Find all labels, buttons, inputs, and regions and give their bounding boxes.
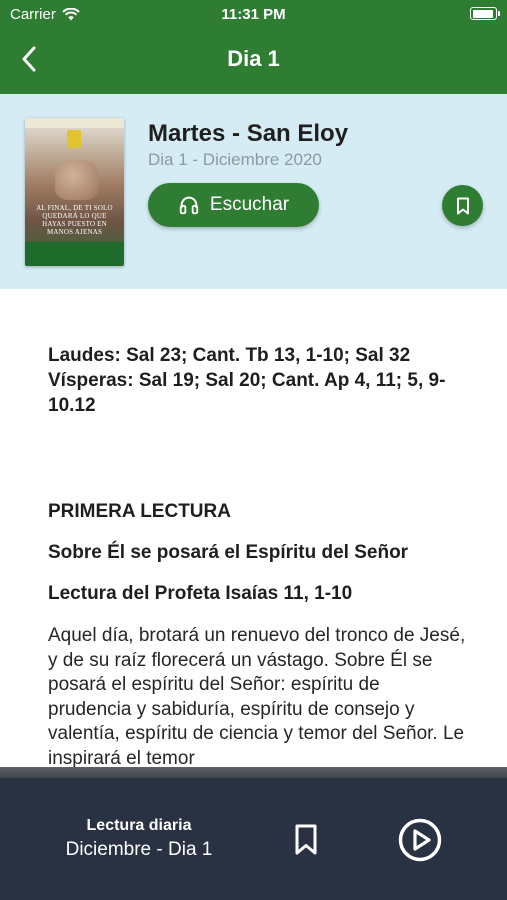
book-cover-image: AL FINAL, DE TI SOLO QUEDARÁ LO QUE HAYA… — [25, 118, 124, 266]
bookmark-icon — [456, 197, 469, 214]
reading-heading: Sobre Él se posará el Espíritu del Señor — [48, 542, 409, 563]
cover-text: AL FINAL, DE TI SOLO QUEDARÁ LO QUE HAYA… — [36, 204, 113, 236]
day-header: AL FINAL, DE TI SOLO QUEDARÁ LO QUE HAYA… — [0, 94, 507, 289]
page-title: Dia 1 — [227, 46, 280, 71]
visperas-line: Vísperas: Sal 19; Sal 20; Cant. Ap 4, 11… — [48, 370, 446, 416]
top-bar: Carrier 11:31 PM Dia 1 — [0, 0, 507, 94]
play-button[interactable] — [398, 818, 442, 862]
status-time: 11:31 PM — [221, 6, 286, 23]
headphones-icon — [179, 196, 199, 215]
play-circle-icon — [398, 818, 442, 862]
player-bookmark-button[interactable] — [290, 822, 322, 858]
status-bar: Carrier 11:31 PM — [0, 0, 507, 28]
laudes-line: Laudes: Sal 23; Cant. Tb 13, 1-10; Sal 3… — [48, 345, 411, 366]
reading-section-title: PRIMERA LECTURA — [48, 501, 231, 522]
player-title: Lectura diaria — [86, 817, 192, 834]
day-subtitle: Dia 1 - Diciembre 2020 — [148, 150, 322, 169]
listen-button[interactable]: Escuchar — [148, 183, 319, 227]
battery-icon — [470, 7, 500, 20]
audio-player-bar: Lectura diaria Diciembre - Dia 1 — [0, 778, 507, 900]
reading-reference: Lectura del Profeta Isaías 11, 1-10 — [48, 583, 353, 604]
reading-content: Laudes: Sal 23; Cant. Tb 13, 1-10; Sal 3… — [48, 289, 468, 767]
psalms-block: Laudes: Sal 23; Cant. Tb 13, 1-10; Sal 3… — [48, 343, 468, 418]
bookmark-icon — [295, 824, 317, 855]
player-subtitle: Diciembre - Dia 1 — [65, 839, 213, 860]
player-divider — [0, 767, 507, 778]
cover-logo — [67, 130, 81, 148]
day-title: Martes - San Eloy — [148, 120, 349, 147]
reading-body: Aquel día, brotará un renuevo del tronco… — [48, 625, 466, 767]
listen-label: Escuchar — [209, 194, 290, 215]
bookmark-button[interactable] — [442, 185, 483, 226]
